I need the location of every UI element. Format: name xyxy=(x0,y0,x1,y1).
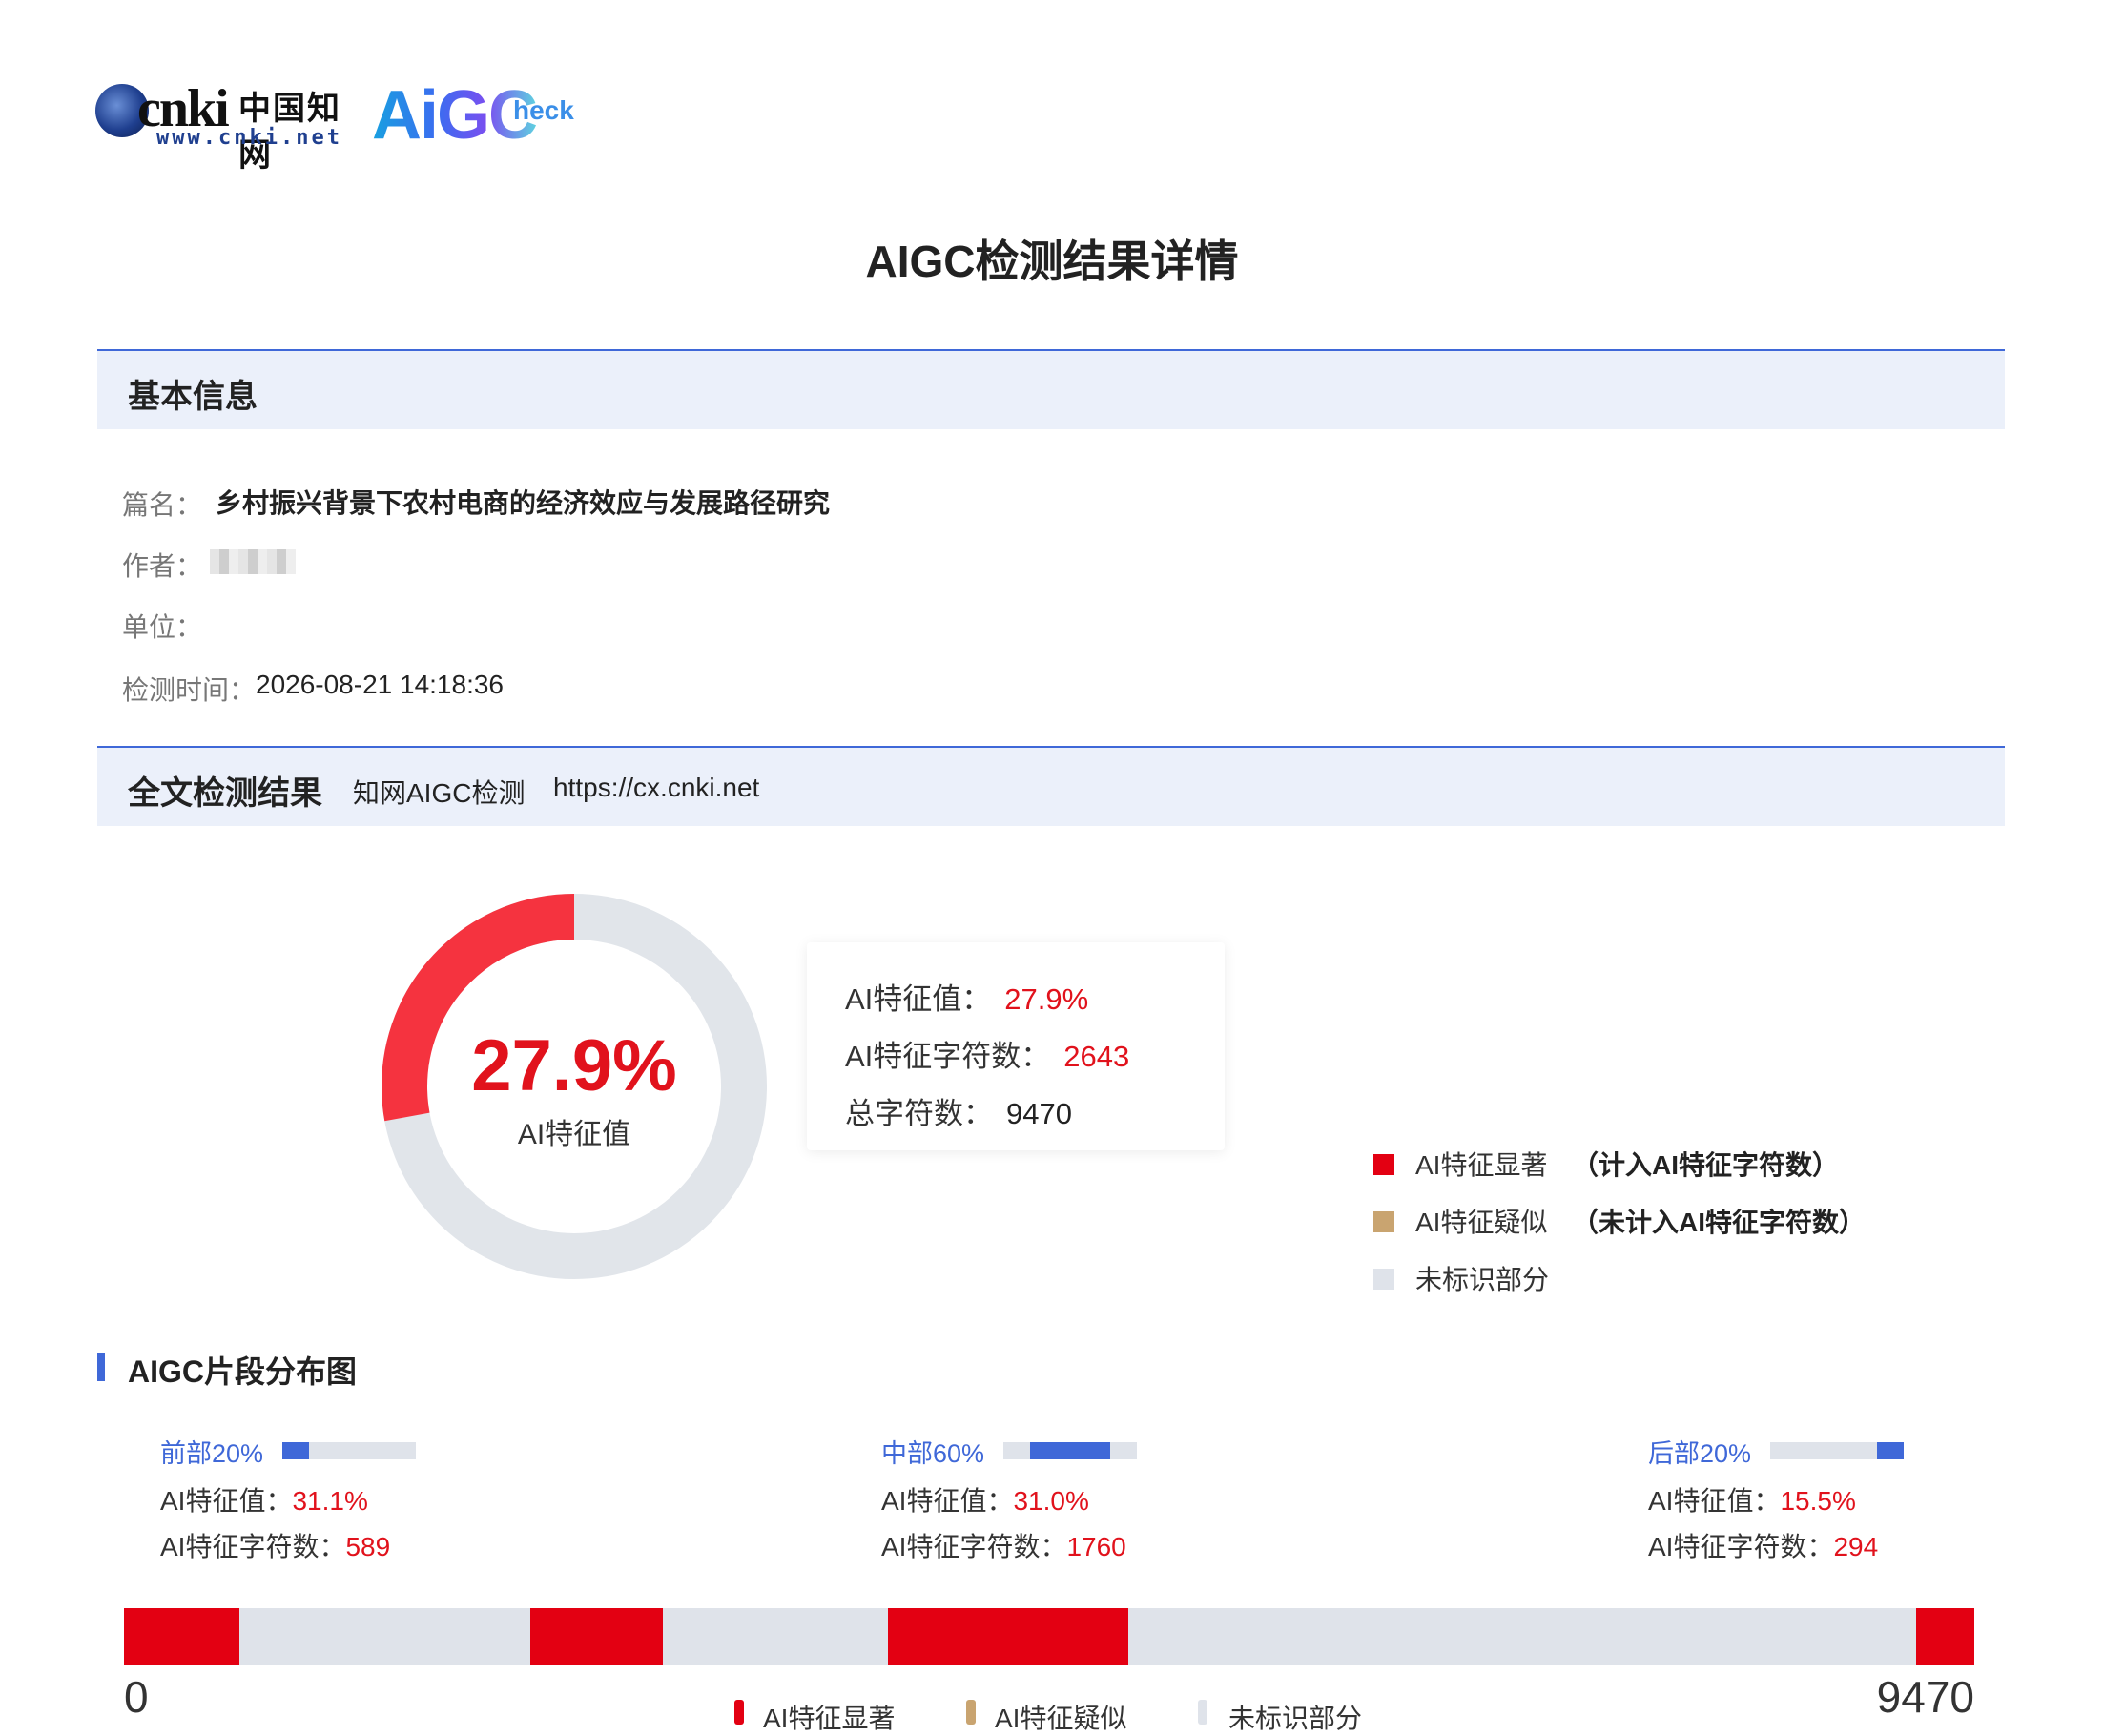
unit-label: 单位： xyxy=(122,612,203,642)
bottom-legend-label-suspected: AI特征疑似 xyxy=(995,1704,1127,1733)
stat-ai-chars-label: AI特征字符数： xyxy=(845,1040,1051,1073)
part-front-ai-chars: 589 xyxy=(345,1532,391,1561)
part-back-ai-chars-label: AI特征字符数： xyxy=(1648,1532,1834,1561)
stat-ai-value-label: AI特征值： xyxy=(845,982,992,1016)
part-back-fill xyxy=(1877,1442,1904,1459)
donut-label: AI特征值 xyxy=(517,1119,631,1150)
aigc-logo-check: heck xyxy=(513,95,574,125)
part-middle-ai-chars-label: AI特征字符数： xyxy=(881,1532,1067,1561)
bottom-legend-swatch-significant xyxy=(734,1700,744,1725)
legend-swatch-unmarked xyxy=(1373,1269,1394,1290)
axis-start-label: 0 xyxy=(124,1672,149,1722)
paper-title: 乡村振兴背景下农村电商的经济效应与发展路径研究 xyxy=(216,488,831,518)
ai-segment xyxy=(124,1608,239,1665)
donut-percent: 27.9% xyxy=(471,1025,677,1106)
part-front-ai-value-row: AI特征值：31.1% xyxy=(160,1480,368,1519)
ai-segment xyxy=(530,1608,664,1665)
stats-card: AI特征值： 27.9% AI特征字符数： 2643 总字符数： 9470 xyxy=(807,942,1225,1150)
part-middle: 中部60% AI特征值：31.0% AI特征字符数：1760 xyxy=(881,1433,1282,1566)
part-front-ai-value: 31.1% xyxy=(292,1486,368,1516)
stat-total-chars-row: 总字符数： 9470 xyxy=(845,1089,1072,1132)
legend-label-suspected: AI特征疑似 xyxy=(1415,1208,1548,1237)
part-front-ai-value-label: AI特征值： xyxy=(160,1486,293,1516)
service-url[interactable]: https://cx.cnki.net xyxy=(553,773,759,803)
part-front: 前部20% AI特征值：31.1% AI特征字符数：589 xyxy=(160,1433,561,1566)
title-label: 篇名： xyxy=(122,490,203,520)
part-middle-ai-chars-row: AI特征字符数：1760 xyxy=(881,1526,1126,1564)
stat-ai-chars: 2643 xyxy=(1063,1040,1130,1073)
legend-label-significant: AI特征显著 xyxy=(1415,1150,1548,1180)
bottom-legend-swatch-unmarked xyxy=(1198,1700,1207,1725)
author-redacted xyxy=(210,549,296,574)
stat-total-chars: 9470 xyxy=(1006,1097,1072,1130)
part-back-track xyxy=(1770,1442,1904,1459)
aigc-logo-word: AiGC xyxy=(372,77,538,154)
part-back-ai-value: 15.5% xyxy=(1780,1486,1856,1516)
legend-label-unmarked: 未标识部分 xyxy=(1415,1265,1550,1294)
stat-ai-value: 27.9% xyxy=(1004,982,1089,1016)
bottom-legend-label-unmarked: 未标识部分 xyxy=(1228,1704,1363,1733)
stat-ai-chars-row: AI特征字符数： 2643 xyxy=(845,1032,1129,1075)
part-back-ai-chars: 294 xyxy=(1833,1532,1879,1561)
cnki-logo-url: www.cnki.net xyxy=(156,126,342,150)
legend-swatch-significant xyxy=(1373,1154,1394,1175)
part-front-ai-chars-row: AI特征字符数：589 xyxy=(160,1526,390,1564)
part-front-ai-chars-label: AI特征字符数： xyxy=(160,1532,346,1561)
part-back-ai-chars-row: AI特征字符数：294 xyxy=(1648,1526,1878,1564)
part-back-name: 后部20% xyxy=(1648,1439,1752,1468)
basic-info-title: 基本信息 xyxy=(128,379,258,415)
part-middle-ai-value: 31.0% xyxy=(1013,1486,1089,1516)
part-middle-track xyxy=(1003,1442,1137,1459)
page-title: AIGC检测结果详情 xyxy=(865,237,1239,286)
legend-note-significant: （计入AI特征字符数） xyxy=(1572,1150,1840,1180)
part-front-name: 前部20% xyxy=(160,1439,264,1468)
part-middle-ai-value-label: AI特征值： xyxy=(881,1486,1014,1516)
distribution-accent xyxy=(97,1353,105,1381)
result-header: 全文检测结果 知网AIGC检测 https://cx.cnki.net xyxy=(97,746,2005,826)
basic-info-header: 基本信息 xyxy=(97,349,2005,429)
detection-time: 2026-08-21 14:18:36 xyxy=(256,670,504,699)
author-label: 作者： xyxy=(122,551,203,581)
bottom-legend-label-significant: AI特征显著 xyxy=(763,1704,896,1733)
axis-end-label: 9470 xyxy=(1876,1672,1974,1722)
service-name: 知网AIGC检测 xyxy=(353,778,526,808)
cnki-logo: cnki 中国知网 www.cnki.net xyxy=(95,78,362,175)
ai-segment xyxy=(1915,1608,1974,1665)
part-back-ai-value-row: AI特征值：15.5% xyxy=(1648,1480,1856,1519)
aigc-check-logo: AiGC heck xyxy=(372,76,601,154)
result-title: 全文检测结果 xyxy=(128,775,322,812)
legend-note-suspected: （未计入AI特征字符数） xyxy=(1572,1208,1867,1237)
part-middle-fill xyxy=(1030,1442,1110,1459)
part-front-track xyxy=(282,1442,416,1459)
result-legend: AI特征显著 （计入AI特征字符数） AI特征疑似 （未计入AI特征字符数） 未… xyxy=(1373,1145,1946,1316)
bottom-legend-swatch-suspected xyxy=(966,1700,976,1725)
distribution-title: AIGC片段分布图 xyxy=(128,1354,358,1389)
part-back: 后部20% AI特征值：15.5% AI特征字符数：294 xyxy=(1648,1433,2049,1566)
segment-distribution-bar xyxy=(124,1608,1974,1665)
stat-ai-value-row: AI特征值： 27.9% xyxy=(845,975,1088,1018)
part-middle-ai-value-row: AI特征值：31.0% xyxy=(881,1480,1089,1519)
stat-total-chars-label: 总字符数： xyxy=(845,1097,993,1130)
legend-swatch-suspected xyxy=(1373,1211,1394,1232)
part-front-fill xyxy=(282,1442,309,1459)
part-back-ai-value-label: AI特征值： xyxy=(1648,1486,1781,1516)
time-label: 检测时间： xyxy=(122,675,257,705)
part-middle-ai-chars: 1760 xyxy=(1066,1532,1126,1561)
ai-segment xyxy=(887,1608,1128,1665)
part-middle-name: 中部60% xyxy=(881,1439,985,1468)
